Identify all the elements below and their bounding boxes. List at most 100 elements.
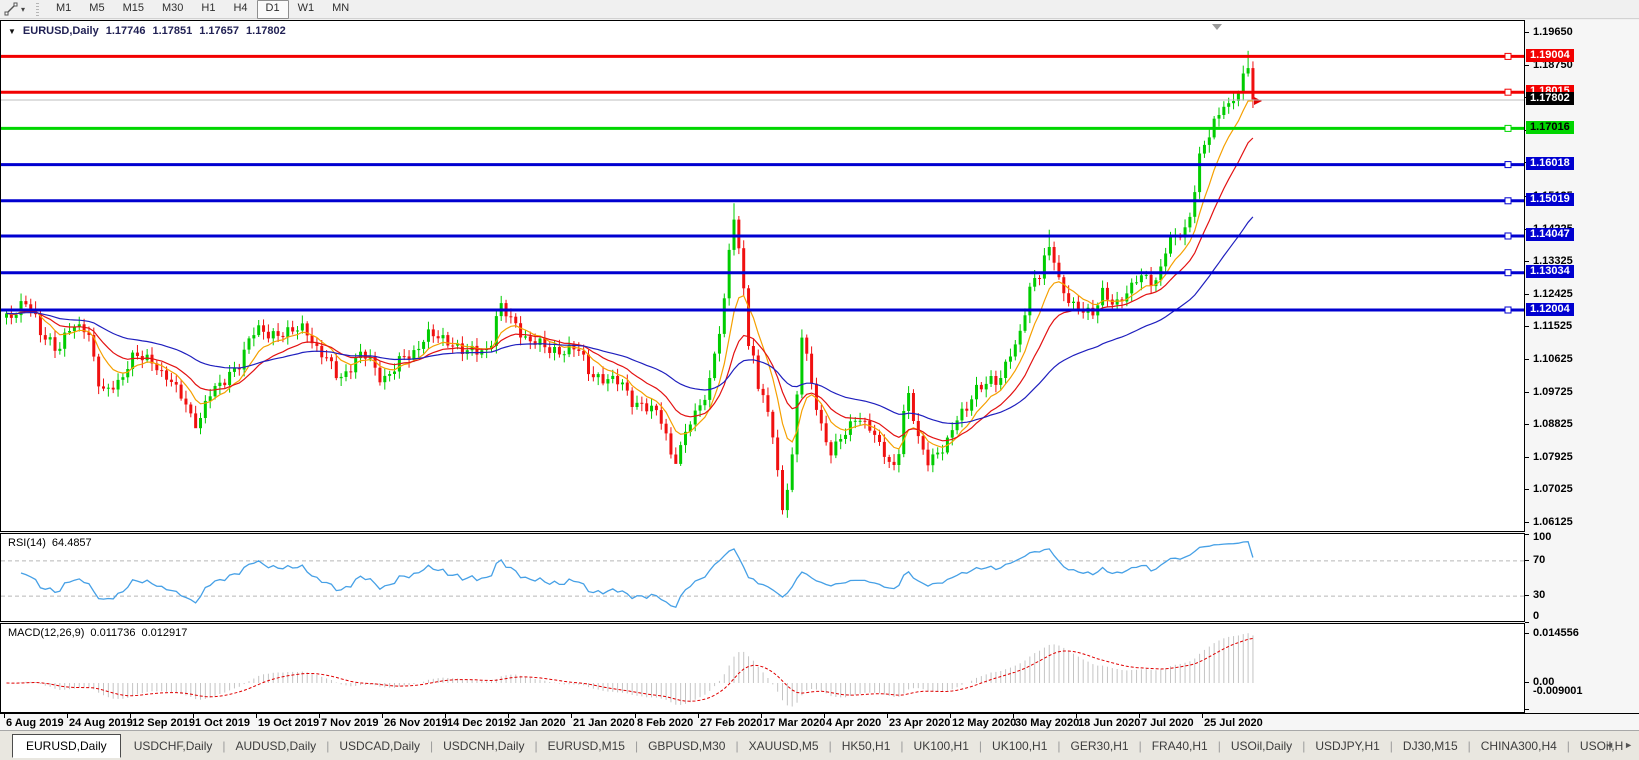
- level-price-badge: 1.19004: [1526, 49, 1574, 62]
- rsi-indicator-pane[interactable]: RSI(14) 64.4857: [0, 533, 1525, 622]
- current-price-badge: 1.17802: [1526, 92, 1574, 105]
- tab-scroll-left-icon[interactable]: ◄: [1605, 740, 1614, 750]
- timeframe-button-m5[interactable]: M5: [80, 0, 113, 19]
- chart-tab-usdcnh-daily[interactable]: USDCNH,Daily: [434, 736, 533, 756]
- chart-tab-bar: EURUSD,Daily USDCHF,Daily | AUDUSD,Daily | US…: [0, 730, 1639, 760]
- chart-tab-gbpusd-m30[interactable]: GBPUSD,M30: [639, 736, 734, 756]
- rsi-tick-label: 0: [1533, 610, 1540, 622]
- drawing-tool-icon[interactable]: [3, 2, 19, 17]
- date-tickmark: [1076, 714, 1077, 718]
- line-handle: [1504, 161, 1512, 169]
- line-handle: [1504, 52, 1512, 60]
- fast-ma: [6, 100, 1253, 450]
- chart-tab-usdcad-daily[interactable]: USDCAD,Daily: [330, 736, 429, 756]
- date-label: 26 Nov 2019: [384, 717, 448, 729]
- date-tickmark: [950, 714, 951, 718]
- date-tickmark: [824, 714, 825, 718]
- chart-tab-dj30-m15[interactable]: DJ30,M15: [1394, 736, 1467, 756]
- price-tick-label: 1.07025: [1533, 483, 1573, 495]
- toolbar-grip[interactable]: [36, 2, 39, 16]
- date-label: 19 Oct 2019: [258, 717, 320, 729]
- date-tickmark: [635, 714, 636, 718]
- tool-dropdown-caret-icon[interactable]: ▾: [21, 2, 30, 17]
- date-label: 21 Jan 2020: [573, 717, 635, 729]
- moving-averages: [6, 100, 1254, 450]
- collapse-triangle-icon[interactable]: ▼: [8, 27, 16, 36]
- price-chart-pane[interactable]: ▼ EURUSD,Daily 1.17746 1.17851 1.17657 1…: [0, 20, 1525, 532]
- rsi-tick-label: 70: [1533, 554, 1546, 566]
- timeframe-toolbar: ▾ M1 M5 M15 M30 H1 H4 D1 W1 MN: [0, 0, 1639, 19]
- chart-tab-usdchf-daily[interactable]: USDCHF,Daily: [125, 736, 222, 756]
- chart-tab-hk50-h1[interactable]: HK50,H1: [833, 736, 900, 756]
- chart-tab-china300-h4[interactable]: CHINA300,H4: [1472, 736, 1566, 756]
- chart-tab-eurusd-daily[interactable]: EURUSD,Daily: [12, 733, 121, 758]
- date-label: 24 Aug 2019: [69, 717, 133, 729]
- axis-tickmark: [1525, 32, 1529, 33]
- date-label: 30 May 2020: [1015, 717, 1080, 729]
- timeframe-button-h4[interactable]: H4: [224, 0, 256, 19]
- date-tickmark: [698, 714, 699, 718]
- date-label: 25 Jul 2020: [1204, 717, 1263, 729]
- axis-tickmark: [1525, 622, 1529, 623]
- chart-tab-fra40-h1[interactable]: FRA40,H1: [1143, 736, 1217, 756]
- date-tickmark: [1139, 714, 1140, 718]
- level-price-badge: 1.16018: [1526, 157, 1574, 170]
- level-price-badge: 1.14047: [1526, 228, 1574, 241]
- level-lines[interactable]: [1, 52, 1524, 314]
- axis-tickmark: [1525, 709, 1529, 710]
- rsi-line: [20, 541, 1254, 608]
- date-label: 4 Apr 2020: [826, 717, 882, 729]
- date-tickmark: [382, 714, 383, 718]
- price-tick-label: 1.06125: [1533, 516, 1573, 528]
- date-tickmark: [761, 714, 762, 718]
- date-label: 7 Jul 2020: [1141, 717, 1194, 729]
- date-tickmark: [193, 714, 194, 718]
- candles: [5, 50, 1255, 518]
- timeframe-button-m30[interactable]: M30: [153, 0, 192, 19]
- price-axis[interactable]: 1.196501.187501.178501.169501.160501.151…: [1525, 20, 1639, 713]
- axis-tickmark: [1525, 65, 1529, 66]
- date-tickmark: [445, 714, 446, 718]
- chart-tab-usdjpy-h1[interactable]: USDJPY,H1: [1306, 736, 1388, 756]
- chart-tab-uk100-h1[interactable]: UK100,H1: [983, 736, 1056, 756]
- macd-histogram: [10, 633, 1254, 707]
- macd-tick-label: 0.014556: [1533, 627, 1579, 639]
- date-label: 27 Feb 2020: [700, 717, 763, 729]
- macd-indicator-pane[interactable]: MACD(12,26,9) 0.011736 0.012917: [0, 623, 1525, 713]
- price-tick-label: 1.19650: [1533, 26, 1573, 38]
- chart-shift-marker-icon[interactable]: [1212, 24, 1222, 30]
- timeframe-button-m15[interactable]: M15: [114, 0, 153, 19]
- chart-tab-eurusd-m15[interactable]: EURUSD,M15: [539, 736, 634, 756]
- chart-tab-xauusd-m5[interactable]: XAUUSD,M5: [740, 736, 828, 756]
- axis-tickmark: [1525, 326, 1529, 327]
- axis-tickmark: [1525, 294, 1529, 295]
- rsi-tick-label: 30: [1533, 589, 1546, 601]
- axis-tickmark: [1525, 457, 1529, 458]
- date-tickmark: [130, 714, 131, 718]
- date-label: 17 Mar 2020: [763, 717, 826, 729]
- chart-tab-ger30-h1[interactable]: GER30,H1: [1062, 736, 1138, 756]
- axis-tickmark: [1525, 522, 1529, 523]
- tab-scroll-right-icon[interactable]: ►: [1624, 740, 1633, 750]
- date-label: 18 Jun 2020: [1078, 717, 1141, 729]
- chart-tab-uk100-h1[interactable]: UK100,H1: [905, 736, 978, 756]
- date-label: 12 Sep 2019: [132, 717, 195, 729]
- date-tickmark: [4, 714, 5, 718]
- timeframe-button-d1[interactable]: D1: [256, 0, 289, 19]
- timeframe-button-mn[interactable]: MN: [323, 0, 358, 19]
- date-label: 12 May 2020: [952, 717, 1017, 729]
- line-handle: [1504, 124, 1512, 132]
- timeframe-button-w1[interactable]: W1: [289, 0, 324, 19]
- date-label: 1 Oct 2019: [195, 717, 251, 729]
- line-handle: [1504, 306, 1512, 314]
- line-handle: [1504, 269, 1512, 277]
- date-tickmark: [571, 714, 572, 718]
- timeframe-button-m1[interactable]: M1: [47, 0, 80, 19]
- timeframe-button-h1[interactable]: H1: [192, 0, 224, 19]
- last-price-arrow-icon: [1254, 97, 1262, 105]
- macd-label: MACD(12,26,9) 0.011736 0.012917: [8, 627, 188, 639]
- date-axis[interactable]: 6 Aug 2019 24 Aug 2019 12 Sep 2019 1 Oct 20…: [0, 713, 1639, 730]
- level-price-badge: 1.15019: [1526, 193, 1574, 206]
- chart-tab-audusd-daily[interactable]: AUDUSD,Daily: [227, 736, 326, 756]
- chart-tab-usoil-daily[interactable]: USOil,Daily: [1222, 736, 1301, 756]
